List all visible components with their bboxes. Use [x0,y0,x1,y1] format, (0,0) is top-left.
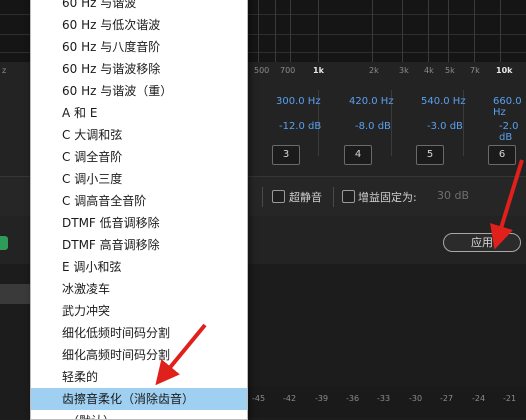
arrow-to-apply [490,159,524,250]
annotation-arrows [155,159,524,386]
arrow-to-menu-item [155,323,207,386]
